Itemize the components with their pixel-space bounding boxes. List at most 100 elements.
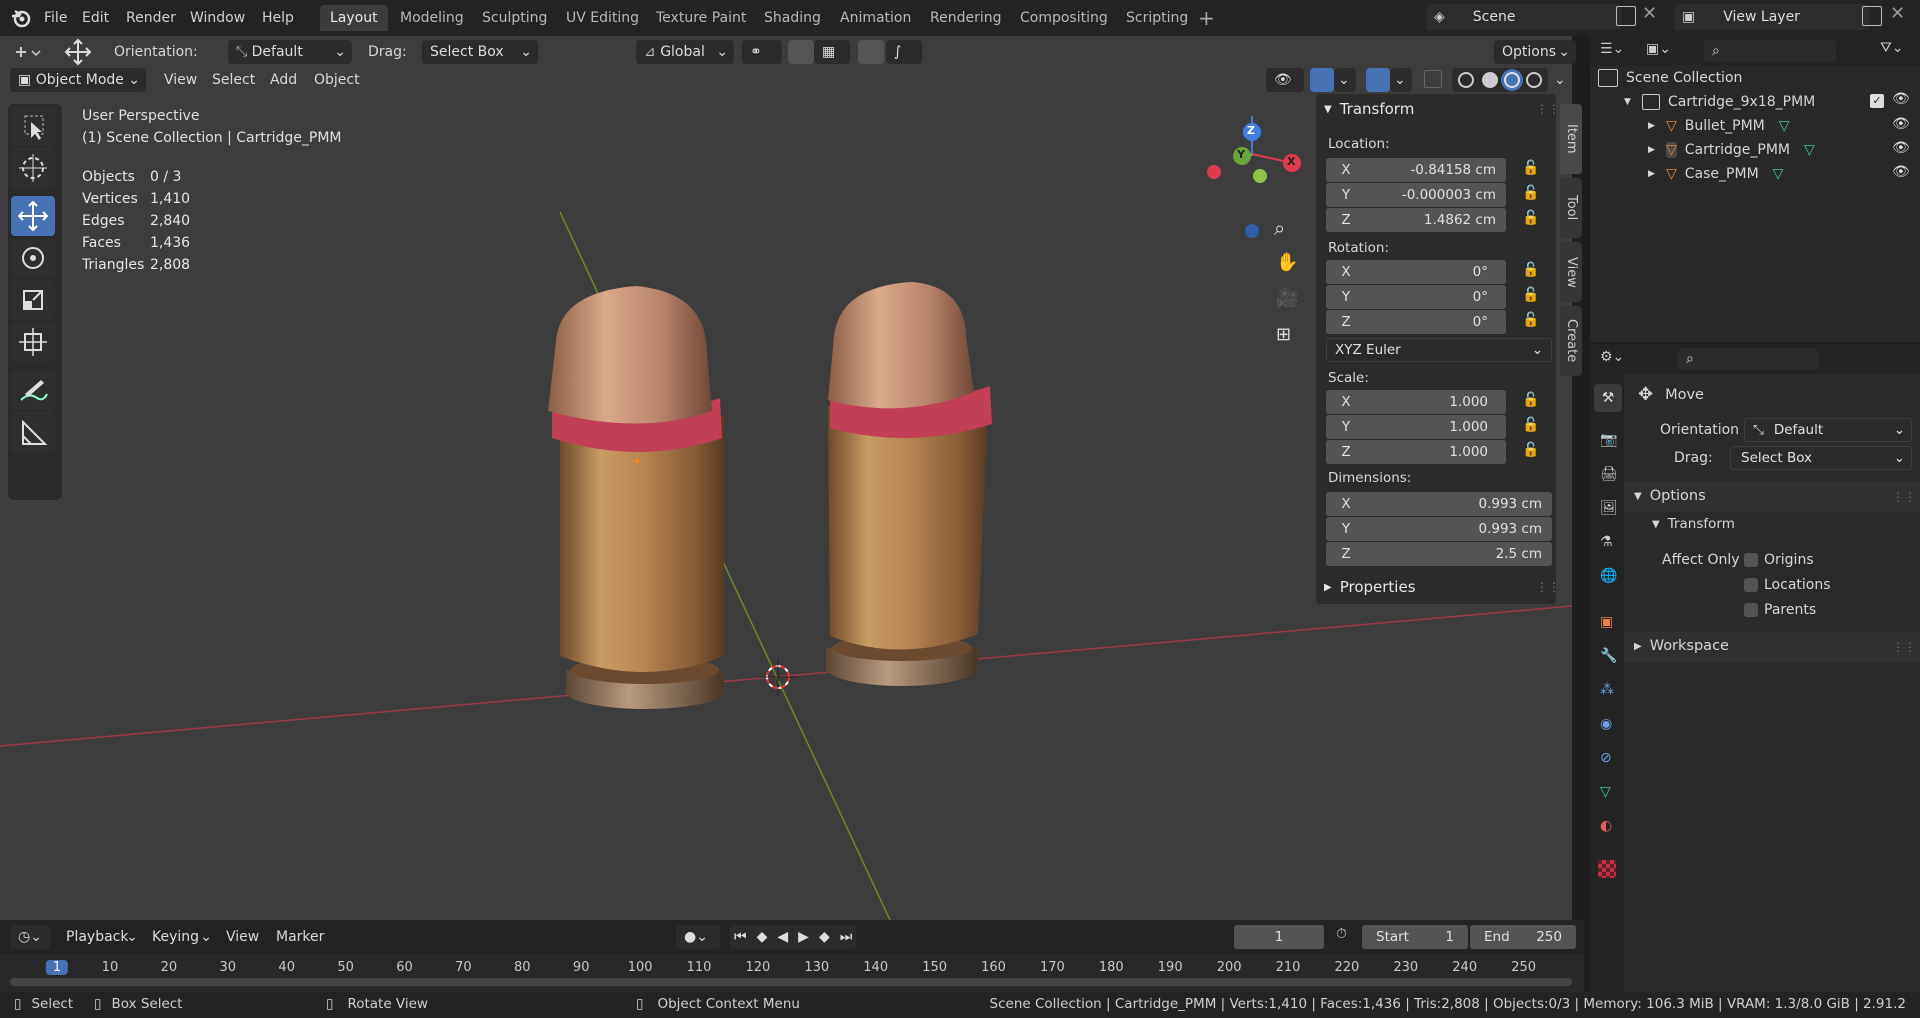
camera-view-icon[interactable]: 🎥 (1276, 288, 1298, 309)
lock-icon[interactable]: 🔓 (1522, 185, 1539, 201)
location-x-field[interactable]: X -0.84158 cm (1326, 158, 1506, 182)
transform-orientation-dropdown[interactable]: ⊿ Global ⌄ (636, 40, 734, 64)
scale-tool-icon[interactable] (11, 280, 55, 320)
wireframe-shading-icon[interactable] (1458, 72, 1474, 88)
lock-icon[interactable]: 🔓 (1522, 442, 1539, 458)
rendered-shading-icon[interactable] (1526, 72, 1542, 88)
jump-start-icon[interactable]: ⏮ (734, 929, 747, 945)
dimensions-y-field[interactable]: Y 0.993 cm (1326, 517, 1552, 541)
current-frame-field[interactable]: 1 (1234, 925, 1324, 949)
snap-toggle-icon[interactable] (788, 40, 814, 64)
move-tool-icon[interactable] (64, 38, 92, 66)
object-tab-icon[interactable]: ▣ (1600, 614, 1613, 630)
annotate-tool-icon[interactable] (11, 370, 55, 410)
orientation-dropdown[interactable]: ⤡ Default ⌄ (1744, 418, 1912, 442)
parents-checkbox[interactable]: Parents (1744, 602, 1816, 618)
start-frame-field[interactable]: Start 1 (1362, 925, 1468, 949)
tab-item[interactable]: Item (1560, 104, 1582, 174)
origins-checkbox[interactable]: Origins (1744, 552, 1814, 568)
tab-uv-editing[interactable]: UV Editing (556, 5, 649, 31)
menu-file[interactable]: File (36, 3, 75, 33)
physics-tab-icon[interactable]: ◉ (1600, 716, 1612, 732)
editor-type-icon[interactable]: ☰⌄ (1600, 41, 1624, 57)
location-y-field[interactable]: Y -0.000003 cm (1326, 183, 1506, 207)
tab-animation[interactable]: Animation (830, 5, 921, 31)
solid-shading-icon[interactable] (1482, 72, 1498, 88)
location-z-field[interactable]: Z 1.4862 cm (1326, 208, 1506, 232)
menu-marker[interactable]: Marker (276, 929, 324, 945)
menu-edit[interactable]: Edit (74, 3, 117, 33)
texture-tab-icon[interactable] (1598, 860, 1616, 878)
drag-handle-icon[interactable]: ⋮⋮ (1536, 580, 1560, 594)
zoom-icon[interactable]: ⌕ (1274, 216, 1285, 240)
lock-icon[interactable]: 🔓 (1522, 312, 1539, 328)
dimensions-z-field[interactable]: Z 2.5 cm (1326, 542, 1552, 566)
tool-tab-icon[interactable]: ⚒ (1594, 384, 1622, 412)
lock-icon[interactable]: 🔓 (1522, 417, 1539, 433)
new-view-layer-icon[interactable] (1862, 6, 1882, 26)
eye-icon[interactable]: 👁 (1892, 164, 1910, 180)
drag-handle-icon[interactable]: ⋮⋮ (1892, 640, 1916, 654)
play-icon[interactable]: ▶ (798, 929, 809, 945)
chevron-down-icon[interactable]: ⌄ (1554, 68, 1566, 92)
keying-menu[interactable]: Keying ⌄ (144, 925, 216, 949)
prev-keyframe-icon[interactable]: ◆ (757, 929, 768, 945)
transform-tool-icon[interactable] (11, 322, 55, 362)
lock-icon[interactable]: 🔓 (1522, 160, 1539, 176)
rotation-x-field[interactable]: X 0° (1326, 260, 1506, 284)
lock-icon[interactable]: 🔓 (1522, 210, 1539, 226)
auto-keying-toggle[interactable]: ●⌄ (676, 925, 720, 949)
tab-texture-paint[interactable]: Texture Paint (646, 5, 756, 31)
pivot-point-dropdown[interactable]: ⚭ (742, 40, 782, 64)
scale-y-field[interactable]: Y 1.000 (1326, 415, 1506, 439)
output-tab-icon[interactable]: 🖨 (1600, 466, 1618, 482)
navigation-gizmo[interactable]: Z X Y (1200, 106, 1310, 246)
view-layer-selector[interactable]: ▣ View Layer (1674, 4, 1870, 30)
scene-selector[interactable]: ◈ Scene (1426, 4, 1622, 30)
modifiers-tab-icon[interactable]: 🔧 (1600, 648, 1617, 664)
outliner-row-scene-collection[interactable]: Scene Collection (1598, 66, 1920, 90)
menu-render[interactable]: Render (118, 3, 184, 33)
menu-window[interactable]: Window (182, 3, 253, 33)
move-tool-button-icon[interactable] (11, 196, 55, 236)
render-tab-icon[interactable]: 📷 (1600, 432, 1617, 448)
world-tab-icon[interactable]: 🌐 (1600, 568, 1617, 584)
proportional-edit-icon[interactable] (858, 40, 884, 64)
stopwatch-icon[interactable]: ⏱ (1336, 926, 1347, 942)
rotation-z-field[interactable]: Z 0° (1326, 310, 1506, 334)
eye-icon[interactable]: 👁 (1892, 116, 1910, 132)
menu-select[interactable]: Select (212, 68, 255, 92)
tab-scripting[interactable]: Scripting (1116, 5, 1198, 31)
scene-tab-icon[interactable]: ⚗ (1600, 534, 1613, 550)
properties-search-input[interactable]: ⌕ (1678, 348, 1818, 370)
cursor-tool-icon[interactable] (11, 148, 55, 188)
tab-layout[interactable]: Layout (320, 5, 388, 31)
drag-dropdown[interactable]: Select Box ⌄ (422, 40, 538, 64)
gizmo-dropdown[interactable]: ⌄ (1334, 68, 1356, 92)
lock-icon[interactable]: 🔓 (1522, 392, 1539, 408)
ortho-grid-icon[interactable]: ⊞ (1276, 324, 1291, 345)
blender-logo-icon[interactable] (10, 7, 32, 29)
orientation-dropdown[interactable]: ⤡ Default ⌄ (228, 40, 352, 64)
outliner-row-cartridge[interactable]: ▶ ▽ Cartridge_PMM ▽ (1648, 138, 1888, 162)
material-tab-icon[interactable]: ◐ (1600, 818, 1612, 834)
drag-handle-icon[interactable]: ⋮⋮ (1892, 490, 1916, 504)
data-tab-icon[interactable]: ▽ (1600, 784, 1611, 800)
editor-type-icon[interactable] (12, 40, 48, 64)
exclude-checkbox[interactable]: ✓ (1870, 94, 1884, 108)
outliner-row-bullet[interactable]: ▶ ▽ Bullet_PMM ▽ (1648, 114, 1888, 138)
locations-checkbox[interactable]: Locations (1744, 577, 1831, 593)
menu-view[interactable]: View (164, 68, 197, 92)
tab-modeling[interactable]: Modeling (390, 5, 474, 31)
measure-tool-icon[interactable] (11, 412, 55, 452)
properties-panel-header[interactable]: ▶ Properties (1324, 578, 1416, 596)
dimensions-x-field[interactable]: X 0.993 cm (1326, 492, 1552, 516)
xray-toggle-icon[interactable] (1424, 70, 1442, 88)
constraints-tab-icon[interactable]: ⊘ (1600, 750, 1612, 766)
3d-cursor-icon[interactable] (759, 658, 797, 696)
tab-rendering[interactable]: Rendering (920, 5, 1012, 31)
mode-dropdown[interactable]: ▣ Object Mode ⌄ (10, 68, 146, 92)
scale-x-field[interactable]: X 1.000 (1326, 390, 1506, 414)
rotate-tool-icon[interactable] (11, 238, 55, 278)
proportional-falloff-dropdown[interactable]: ∫ (886, 40, 922, 64)
